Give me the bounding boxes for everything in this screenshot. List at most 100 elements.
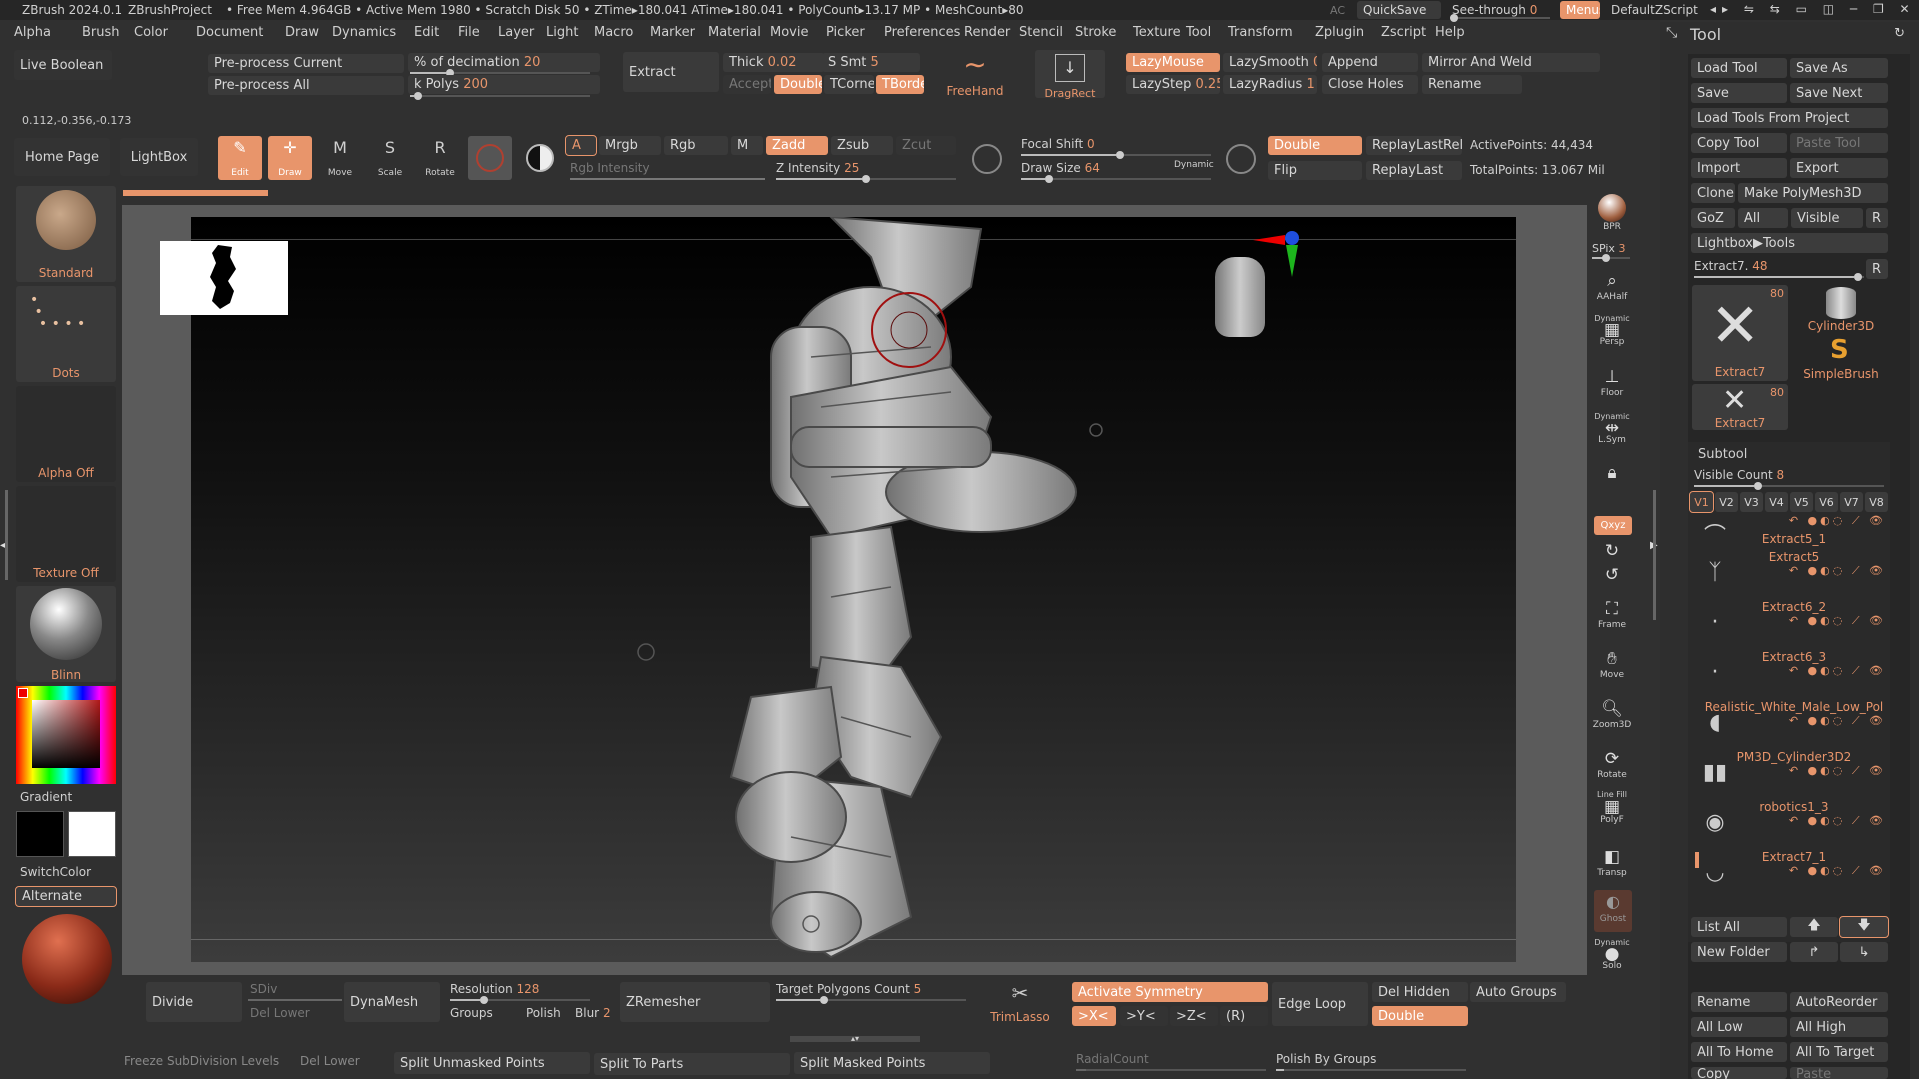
polish-toggle[interactable]: Polish bbox=[526, 1006, 561, 1020]
see-through-slider[interactable] bbox=[1450, 14, 1550, 22]
version-tab-v3[interactable]: V3 bbox=[1740, 492, 1763, 512]
rotate-view-button[interactable]: ⟳ Rotate bbox=[1592, 748, 1632, 780]
menu-alpha[interactable]: Alpha bbox=[14, 25, 51, 40]
document-canvas[interactable] bbox=[191, 217, 1516, 962]
del-hidden-button[interactable]: Del Hidden bbox=[1372, 982, 1468, 1002]
current-tool-r-button[interactable]: R bbox=[1866, 259, 1888, 279]
autoreorder-button[interactable]: AutoReorder bbox=[1790, 992, 1888, 1012]
kpolys-slider[interactable]: k Polys 200 bbox=[408, 75, 600, 94]
folder-merge-button[interactable]: ↳ bbox=[1840, 942, 1888, 962]
goz-all-button[interactable]: All bbox=[1738, 208, 1788, 228]
tcorne-toggle[interactable]: TCorne bbox=[824, 75, 874, 94]
thick-slider[interactable]: Thick 0.02 bbox=[723, 53, 825, 72]
color-picker[interactable] bbox=[16, 686, 116, 784]
lazysmooth-slider[interactable]: LazySmooth 0 bbox=[1223, 53, 1317, 72]
bpr-button[interactable]: BPR bbox=[1592, 194, 1632, 232]
double-toggle[interactable]: Double bbox=[774, 75, 822, 94]
alpha-toggle[interactable]: A bbox=[565, 135, 597, 156]
subtool-visibility-eye-icon[interactable]: ↶ ●◐◌ ⟋ 👁︎ bbox=[1789, 664, 1886, 678]
all-high-button[interactable]: All High bbox=[1790, 1017, 1888, 1037]
spix-track[interactable] bbox=[1592, 254, 1630, 262]
menu-zscript[interactable]: Zscript bbox=[1381, 25, 1426, 40]
menu-draw[interactable]: Draw bbox=[285, 25, 319, 40]
menu-stencil[interactable]: Stencil bbox=[1019, 25, 1063, 40]
split-unmasked-button[interactable]: Split Unmasked Points bbox=[394, 1052, 590, 1074]
draw-size-slider[interactable]: Draw Size 64 bbox=[1021, 161, 1100, 175]
move-down-button[interactable]: 🡇 bbox=[1839, 916, 1889, 938]
quicksave-button[interactable]: QuickSave bbox=[1357, 1, 1441, 19]
subtool-row[interactable]: ▮▮ PM3D_Cylinder3D2 ↶ ●◐◌ ⟋ 👁︎ bbox=[1690, 750, 1890, 800]
subtool-visibility-eye-icon[interactable]: ↶ ●◐◌ ⟋ 👁︎ bbox=[1789, 814, 1886, 828]
save-as-button[interactable]: Save As bbox=[1790, 58, 1888, 78]
mirror-weld-button[interactable]: Mirror And Weld bbox=[1422, 53, 1600, 72]
frame-button[interactable]: ⛶ Frame bbox=[1592, 598, 1632, 630]
color-material-toggle[interactable] bbox=[518, 136, 562, 180]
all-to-target-button[interactable]: All To Target bbox=[1790, 1042, 1888, 1062]
clone-button[interactable]: Clone bbox=[1691, 183, 1735, 203]
script-name[interactable]: DefaultZScript bbox=[1611, 3, 1698, 17]
radial-symmetry-toggle[interactable]: (R) bbox=[1220, 1006, 1268, 1026]
decimation-track[interactable] bbox=[410, 69, 590, 77]
tborde-toggle[interactable]: TBorde bbox=[876, 75, 924, 94]
subtool-visibility-eye-icon[interactable]: ↶ ●◐◌ ⟋ 👁︎ bbox=[1789, 864, 1886, 878]
rgb-intensity-track[interactable] bbox=[570, 178, 765, 180]
dynamic-toggle[interactable]: Dynamic bbox=[1174, 160, 1214, 170]
color-picker-square[interactable] bbox=[32, 700, 100, 768]
list-all-button[interactable]: List All bbox=[1691, 917, 1787, 937]
freehand-stroke[interactable]: ∼ FreeHand bbox=[935, 50, 1015, 99]
menu-help[interactable]: Help bbox=[1435, 25, 1465, 40]
visible-count-track[interactable] bbox=[1694, 482, 1884, 490]
right-scrollbar[interactable] bbox=[1653, 490, 1656, 620]
menu-render[interactable]: Render bbox=[964, 25, 1010, 40]
lightbox-tools-button[interactable]: Lightbox▶Tools bbox=[1691, 233, 1888, 253]
ac-label[interactable]: AC bbox=[1330, 4, 1345, 17]
subtool-row[interactable]: ⌒ Extract5_1 ↶ ●◐◌ ⟋ 👁︎ bbox=[1690, 514, 1890, 550]
zadd-toggle[interactable]: Zadd bbox=[766, 136, 828, 155]
symmetry-y-toggle[interactable]: >Y< bbox=[1120, 1006, 1168, 1026]
polish-by-groups-toggle[interactable]: Polish By Groups bbox=[1276, 1052, 1376, 1066]
goz-r-button[interactable]: R bbox=[1866, 208, 1888, 228]
subtool-row[interactable]: ◡ Extract7_1 ↶ ●◐◌ ⟋ 👁︎ bbox=[1690, 850, 1890, 900]
menu-marker[interactable]: Marker bbox=[650, 25, 695, 40]
blur-slider[interactable]: Blur 2 bbox=[575, 1006, 611, 1020]
menu-dynamics[interactable]: Dynamics bbox=[332, 25, 396, 40]
menu-texture[interactable]: Texture bbox=[1133, 25, 1181, 40]
main-color-swatch[interactable] bbox=[16, 811, 64, 857]
z-intensity-track[interactable] bbox=[776, 175, 956, 183]
del-lower-button[interactable]: Del Lower bbox=[250, 1006, 310, 1020]
menu-layer[interactable]: Layer bbox=[498, 25, 534, 40]
gradient-toggle[interactable]: Gradient bbox=[20, 790, 72, 804]
dynamic-size-icon[interactable] bbox=[1226, 144, 1256, 174]
split-masked-button[interactable]: Split Masked Points bbox=[794, 1052, 990, 1074]
zremesher-button[interactable]: ZRemesher bbox=[620, 982, 770, 1022]
tool-panel-refresh-icon[interactable]: ↻ bbox=[1894, 26, 1905, 41]
lazyradius-slider[interactable]: LazyRadius 1 bbox=[1223, 75, 1317, 94]
version-tab-v7[interactable]: V7 bbox=[1840, 492, 1863, 512]
paste-subtool-button[interactable]: Paste bbox=[1790, 1067, 1888, 1079]
resolution-track[interactable] bbox=[450, 996, 590, 1004]
persp-button[interactable]: Dynamic ▦ Persp bbox=[1592, 314, 1632, 347]
draw-size-track[interactable] bbox=[1021, 175, 1211, 183]
subtool-header[interactable]: Subtool bbox=[1698, 447, 1747, 462]
subtool-row[interactable]: · Extract6_3 ↶ ●◐◌ ⟋ 👁︎ bbox=[1690, 650, 1890, 700]
divide-button[interactable]: Divide bbox=[146, 982, 242, 1022]
tool-thumb-extract7[interactable]: ✕ 80 Extract7 bbox=[1692, 285, 1788, 381]
replaylast-button[interactable]: ReplayLast bbox=[1366, 161, 1462, 180]
save-next-button[interactable]: Save Next bbox=[1790, 83, 1888, 103]
menu-edit[interactable]: Edit bbox=[414, 25, 439, 40]
import-button[interactable]: Import bbox=[1691, 158, 1787, 178]
subtool-visibility-eye-icon[interactable]: ↶ ●◐◌ ⟋ 👁︎ bbox=[1789, 614, 1886, 628]
move-up-button[interactable]: 🡅 bbox=[1790, 917, 1838, 937]
trimlasso-button[interactable]: ✂ TrimLasso bbox=[990, 980, 1050, 1026]
replaylastrel-button[interactable]: ReplayLastRel bbox=[1366, 136, 1462, 155]
load-from-project-button[interactable]: Load Tools From Project bbox=[1691, 108, 1888, 128]
resolution-slider[interactable]: Resolution 128 bbox=[450, 982, 539, 996]
goz-visible-button[interactable]: Visible bbox=[1791, 208, 1863, 228]
subtool-scrollbar[interactable] bbox=[1695, 852, 1699, 868]
auto-groups-button[interactable]: Auto Groups bbox=[1470, 982, 1566, 1002]
version-tab-v2[interactable]: V2 bbox=[1715, 492, 1738, 512]
live-boolean-button[interactable]: Live Boolean bbox=[14, 50, 112, 80]
current-tool-slider[interactable]: Extract7. 48 bbox=[1694, 259, 1768, 273]
load-tool-button[interactable]: Load Tool bbox=[1691, 58, 1787, 78]
close-holes-button[interactable]: Close Holes bbox=[1322, 75, 1418, 94]
